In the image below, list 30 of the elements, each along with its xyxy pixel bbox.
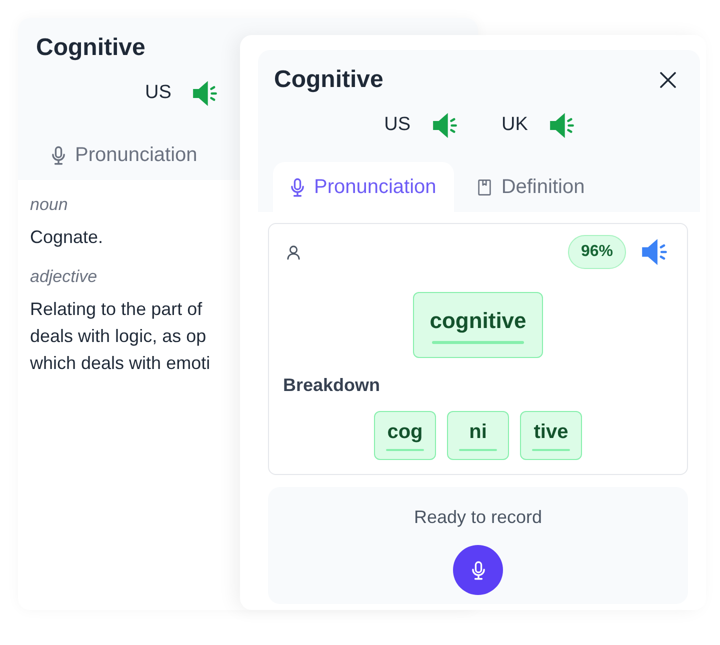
tab[interactable]: Pronunciation [273, 162, 454, 212]
word-title: Cognitive [274, 65, 384, 95]
syllable-tile: ni [447, 411, 509, 460]
speaker-icon[interactable] [550, 112, 574, 138]
accent-label: UK [502, 113, 528, 137]
tab[interactable]: Definition [460, 162, 603, 212]
word-title: Cognitive [36, 33, 146, 63]
speaker-icon[interactable] [193, 80, 218, 106]
tab[interactable]: Pronunciation [34, 130, 216, 180]
syllable-tile: cog [374, 411, 436, 460]
microphone-icon [472, 560, 484, 580]
accent-label: US [145, 81, 172, 105]
syllable-tile: tive [520, 411, 582, 460]
word-tile: cognitive [413, 292, 543, 358]
user-icon [287, 244, 300, 260]
speaker-icon[interactable] [642, 239, 667, 265]
microphone-icon [291, 178, 304, 196]
breakdown-label: Breakdown [283, 374, 380, 397]
close-icon[interactable] [660, 72, 676, 88]
part-of-speech: noun [30, 194, 68, 216]
accent-label: US [384, 113, 410, 137]
record-status: Ready to record [414, 506, 542, 529]
part-of-speech: adjective [30, 266, 98, 288]
book-icon [478, 178, 492, 196]
score-badge: 96% [568, 235, 626, 269]
microphone-icon [52, 146, 65, 164]
definition-text: Relating to the part of deals with logic, as op which deals with emoti [30, 298, 210, 375]
speaker-icon[interactable] [432, 112, 456, 138]
record-button[interactable] [453, 545, 503, 595]
definition-text: Cognate. [30, 226, 104, 249]
